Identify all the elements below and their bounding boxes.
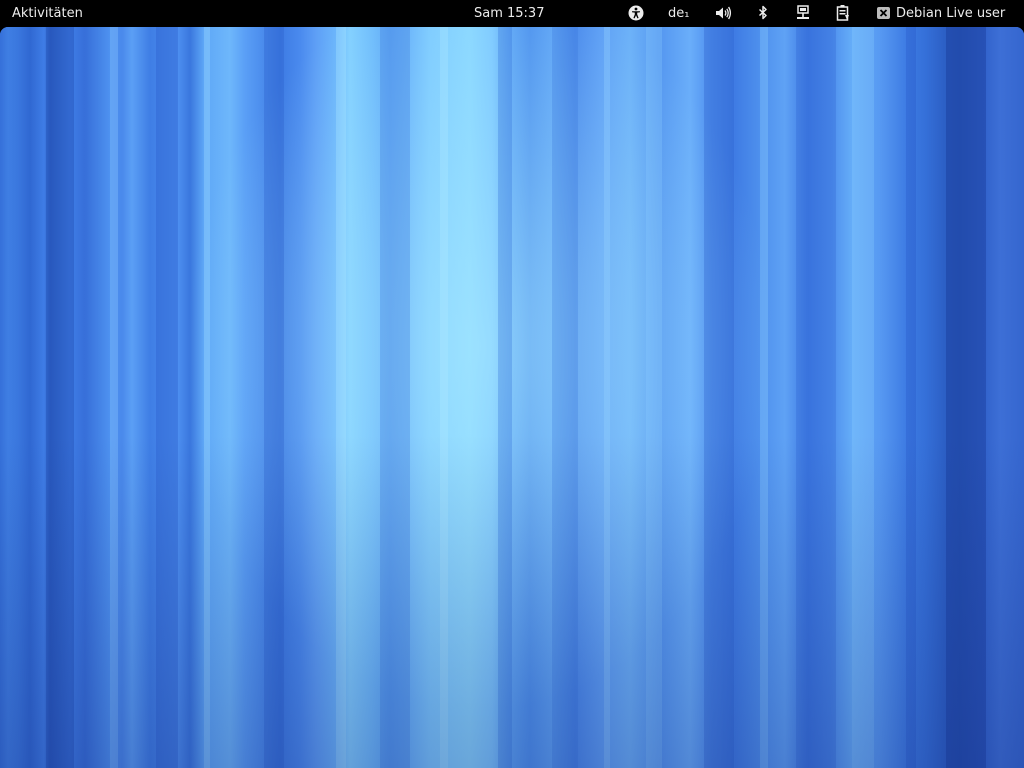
- user-status-busy-icon: [876, 4, 892, 20]
- wallpaper-stripe: [264, 27, 284, 768]
- desktop-background[interactable]: [0, 27, 1024, 768]
- wallpaper-stripe: [852, 27, 874, 768]
- battery-icon[interactable]: [834, 4, 852, 22]
- activities-button[interactable]: Aktivitäten: [12, 0, 83, 27]
- top-panel: Aktivitäten Sam 15:37 de₁ Debian Live us…: [0, 0, 1024, 27]
- keyboard-layout-indicator[interactable]: de₁: [668, 0, 689, 27]
- wallpaper-stripe: [46, 27, 74, 768]
- wallpaper-stripe: [646, 27, 662, 768]
- wallpaper-stripe: [498, 27, 512, 768]
- user-menu[interactable]: Debian Live user: [876, 0, 1005, 27]
- bluetooth-icon[interactable]: [754, 4, 772, 22]
- wallpaper-stripe: [552, 27, 578, 768]
- user-name: Debian Live user: [896, 6, 1006, 21]
- wallpaper-stripe: [760, 27, 768, 768]
- accessibility-icon[interactable]: [627, 4, 645, 22]
- wallpaper-stripe: [440, 27, 448, 768]
- wallpaper-stripe: [336, 27, 346, 768]
- wallpaper-stripe: [204, 27, 210, 768]
- clock[interactable]: Sam 15:37: [474, 0, 544, 27]
- wallpaper-stripe: [156, 27, 178, 768]
- network-wired-icon[interactable]: [794, 4, 812, 22]
- volume-icon[interactable]: [714, 4, 732, 22]
- wallpaper-stripe: [110, 27, 118, 768]
- wallpaper-stripe: [796, 27, 836, 768]
- wallpaper-stripe: [704, 27, 734, 768]
- wallpaper-stripe: [946, 27, 986, 768]
- wallpaper-stripe: [604, 27, 610, 768]
- wallpaper-stripe: [380, 27, 410, 768]
- wallpaper-stripe: [906, 27, 916, 768]
